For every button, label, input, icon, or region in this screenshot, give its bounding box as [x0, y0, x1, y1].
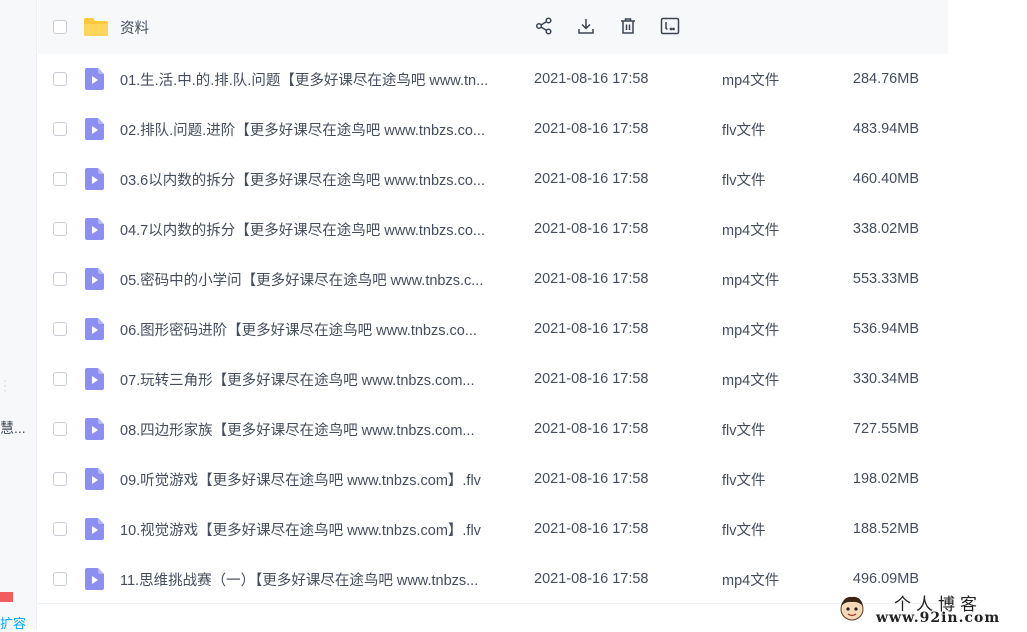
file-name[interactable]: 09.听觉游戏【更多好课尽在途鸟吧 www.tnbzs.com】.flv: [120, 469, 515, 490]
cartoon-face-icon: [840, 596, 864, 621]
file-size: 483.94MB: [852, 121, 919, 137]
file-date: 2021-08-16 17:58: [534, 271, 649, 287]
file-type: flv文件: [722, 122, 766, 139]
file-size: 536.94MB: [852, 321, 919, 337]
file-date: 2021-08-16 17:58: [534, 171, 649, 187]
file-date: 2021-08-16 17:58: [534, 571, 649, 587]
folder-header-row[interactable]: 资料: [38, 0, 948, 54]
video-file-icon: [85, 318, 104, 340]
file-row[interactable]: 04.7以内数的拆分【更多好课尽在途鸟吧 www.tnbzs.co... 2021…: [38, 204, 948, 254]
file-row[interactable]: 02.排队.问题.进阶【更多好课尽在途鸟吧 www.tnbzs.co... 202…: [38, 104, 948, 154]
file-row[interactable]: 08.四边形家族【更多好课尽在途鸟吧 www.tnbzs.com... 2021-…: [38, 404, 948, 454]
file-checkbox[interactable]: [53, 72, 67, 86]
sidebar-truncated-label[interactable]: 慧...: [0, 418, 26, 438]
file-row[interactable]: 10.视觉游戏【更多好课尽在途鸟吧 www.tnbzs.com】.flv 2021…: [38, 504, 948, 554]
file-type: mp4文件: [722, 372, 780, 389]
folder-icon: [84, 18, 108, 36]
file-size: 188.52MB: [852, 521, 919, 537]
file-date: 2021-08-16 17:58: [534, 121, 649, 137]
rename-icon[interactable]: [660, 15, 680, 37]
file-name[interactable]: 01.生.活.中.的.排.队.问题【更多好课尽在途鸟吧 www.tn...: [120, 69, 515, 90]
file-row[interactable]: 05.密码中的小学问【更多好课尽在途鸟吧 www.tnbzs.c... 2021-…: [38, 254, 948, 304]
file-row[interactable]: 09.听觉游戏【更多好课尽在途鸟吧 www.tnbzs.com】.flv 2021…: [38, 454, 948, 504]
file-checkbox[interactable]: [53, 422, 67, 436]
file-name[interactable]: 11.思维挑战赛（一）【更多好课尽在途鸟吧 www.tnbzs...: [120, 569, 515, 590]
file-checkbox[interactable]: [53, 172, 67, 186]
file-size: 338.02MB: [852, 221, 919, 237]
file-name[interactable]: 10.视觉游戏【更多好课尽在途鸟吧 www.tnbzs.com】.flv: [120, 519, 515, 540]
file-list: 资料 01.生.活.中.的.排.队.问题【更多好课尽在途鸟吧 www.tn...…: [38, 0, 948, 604]
select-all-checkbox[interactable]: [53, 20, 67, 34]
file-date: 2021-08-16 17:58: [534, 521, 649, 537]
file-type: mp4文件: [722, 272, 780, 289]
storage-usage-bar: [0, 592, 13, 602]
video-file-icon: [85, 68, 104, 90]
file-row[interactable]: 03.6以内数的拆分【更多好课尽在途鸟吧 www.tnbzs.co... 2021…: [38, 154, 948, 204]
download-icon[interactable]: [576, 15, 596, 37]
video-file-icon: [85, 268, 104, 290]
row-toolbar: [534, 15, 680, 37]
video-file-icon: [85, 568, 104, 590]
file-date: 2021-08-16 17:58: [534, 471, 649, 487]
file-name[interactable]: 06.图形密码进阶【更多好课尽在途鸟吧 www.tnbzs.co...: [120, 319, 515, 340]
file-row[interactable]: 07.玩转三角形【更多好课尽在途鸟吧 www.tnbzs.com... 2021-…: [38, 354, 948, 404]
sidebar: · · · 慧... 扩容: [0, 0, 37, 632]
file-type: flv文件: [722, 522, 766, 539]
file-checkbox[interactable]: [53, 472, 67, 486]
file-name[interactable]: 02.排队.问题.进阶【更多好课尽在途鸟吧 www.tnbzs.co...: [120, 119, 515, 140]
file-checkbox[interactable]: [53, 522, 67, 536]
blog-watermark: 个人博客 www.92in.com: [836, 588, 1026, 630]
file-date: 2021-08-16 17:58: [534, 221, 649, 237]
file-name[interactable]: 05.密码中的小学问【更多好课尽在途鸟吧 www.tnbzs.c...: [120, 269, 515, 290]
file-row[interactable]: 01.生.活.中.的.排.队.问题【更多好课尽在途鸟吧 www.tn... 202…: [38, 54, 948, 104]
file-checkbox[interactable]: [53, 322, 67, 336]
delete-icon[interactable]: [618, 15, 638, 37]
file-row[interactable]: 06.图形密码进阶【更多好课尽在途鸟吧 www.tnbzs.co... 2021-…: [38, 304, 948, 354]
share-icon[interactable]: [534, 15, 554, 37]
file-type: mp4文件: [722, 222, 780, 239]
video-file-icon: [85, 518, 104, 540]
file-size: 330.34MB: [852, 371, 919, 387]
file-size: 553.33MB: [852, 271, 919, 287]
file-date: 2021-08-16 17:58: [534, 421, 649, 437]
video-file-icon: [85, 168, 104, 190]
file-size: 496.09MB: [852, 571, 919, 587]
expand-storage-link[interactable]: 扩容: [0, 613, 26, 632]
file-name[interactable]: 08.四边形家族【更多好课尽在途鸟吧 www.tnbzs.com...: [120, 419, 515, 440]
list-bottom-divider: [38, 603, 948, 604]
file-name[interactable]: 07.玩转三角形【更多好课尽在途鸟吧 www.tnbzs.com...: [120, 369, 515, 390]
file-size: 460.40MB: [852, 171, 919, 187]
file-type: mp4文件: [722, 322, 780, 339]
video-file-icon: [85, 468, 104, 490]
file-checkbox[interactable]: [53, 122, 67, 136]
watermark-site: www.92in.com: [876, 610, 1001, 626]
drag-handle-icon[interactable]: · · ·: [3, 374, 7, 396]
file-type: mp4文件: [722, 72, 780, 89]
video-file-icon: [85, 418, 104, 440]
file-size: 198.02MB: [852, 471, 919, 487]
file-name[interactable]: 03.6以内数的拆分【更多好课尽在途鸟吧 www.tnbzs.co...: [120, 169, 515, 190]
folder-name[interactable]: 资料: [120, 17, 515, 38]
file-type: mp4文件: [722, 572, 780, 589]
video-file-icon: [85, 218, 104, 240]
file-type: flv文件: [722, 422, 766, 439]
file-size: 284.76MB: [852, 71, 919, 87]
file-date: 2021-08-16 17:58: [534, 321, 649, 337]
file-checkbox[interactable]: [53, 372, 67, 386]
video-file-icon: [85, 118, 104, 140]
file-type: flv文件: [722, 172, 766, 189]
file-checkbox[interactable]: [53, 572, 67, 586]
file-name[interactable]: 04.7以内数的拆分【更多好课尽在途鸟吧 www.tnbzs.co...: [120, 219, 515, 240]
file-checkbox[interactable]: [53, 222, 67, 236]
file-size: 727.55MB: [852, 421, 919, 437]
file-row[interactable]: 11.思维挑战赛（一）【更多好课尽在途鸟吧 www.tnbzs... 2021-0…: [38, 554, 948, 604]
file-checkbox[interactable]: [53, 272, 67, 286]
file-date: 2021-08-16 17:58: [534, 71, 649, 87]
video-file-icon: [85, 368, 104, 390]
file-date: 2021-08-16 17:58: [534, 371, 649, 387]
file-type: flv文件: [722, 472, 766, 489]
